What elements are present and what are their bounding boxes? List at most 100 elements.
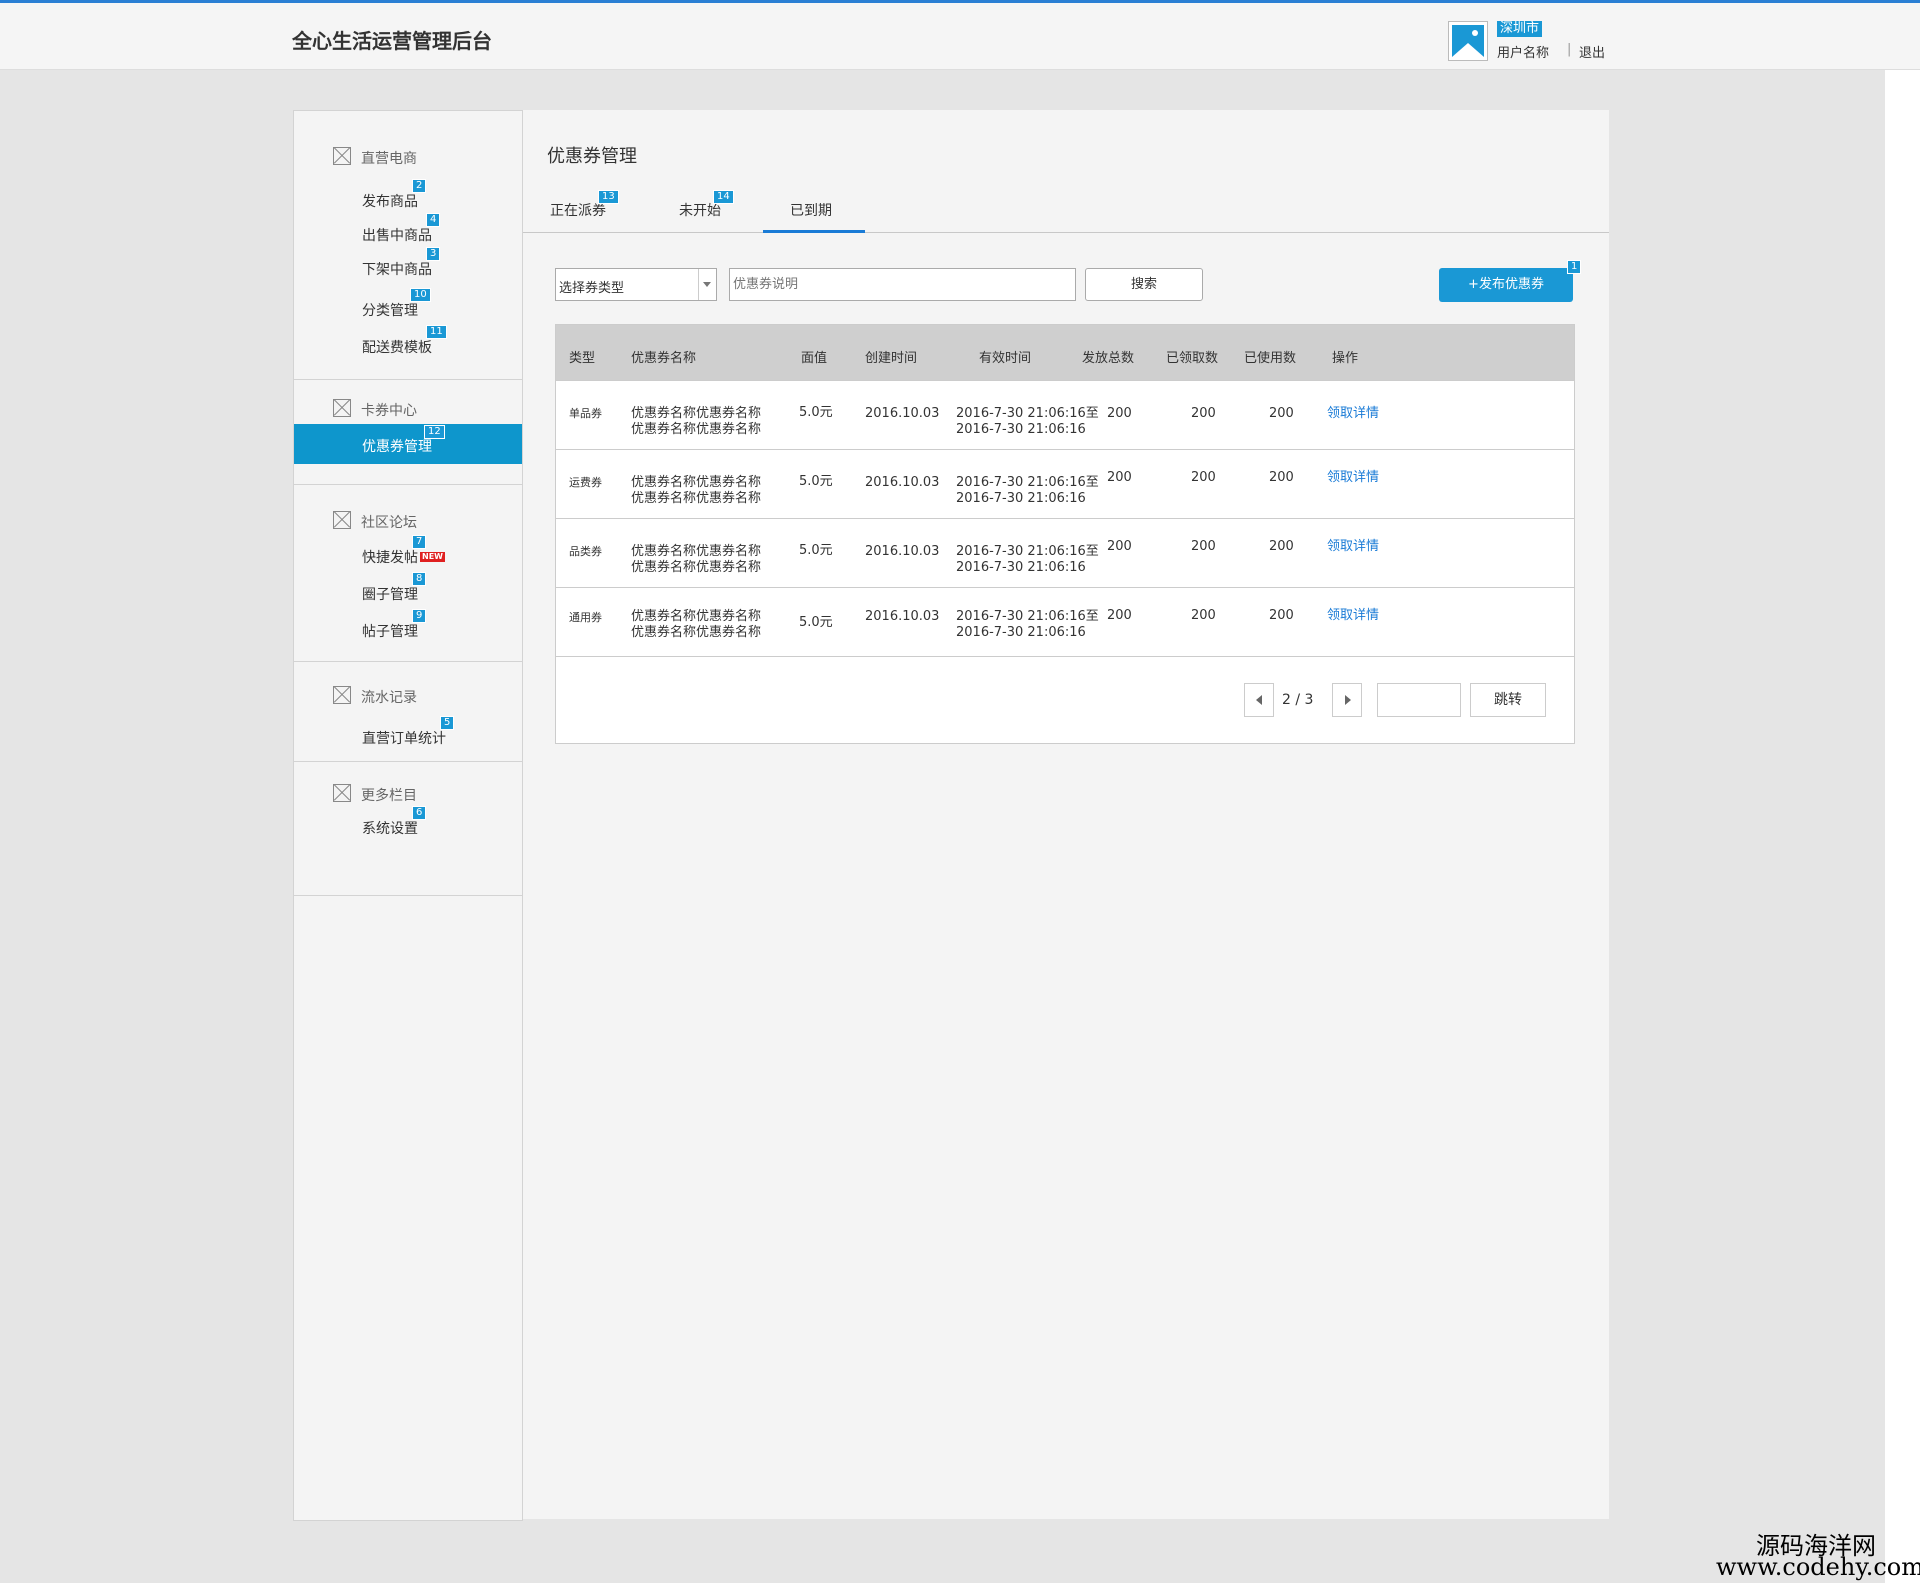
cell-used: 200 xyxy=(1269,539,1294,554)
sidebar-section-coupons: 卡券中心 优惠券管理 12 xyxy=(294,380,522,485)
sidebar-item-label: 配送费模板 xyxy=(362,340,432,356)
tab-label: 未开始 xyxy=(679,203,721,219)
coupon-type-select[interactable]: 选择券类型 xyxy=(555,268,717,301)
tab-not-started[interactable]: 未开始 14 xyxy=(679,190,734,220)
sidebar-item-label: 帖子管理 xyxy=(362,624,418,640)
select-value: 选择券类型 xyxy=(559,281,625,296)
active-tab-indicator xyxy=(763,230,865,233)
cell-received: 200 xyxy=(1191,470,1216,485)
new-tag: NEW xyxy=(420,552,445,562)
cell-received: 200 xyxy=(1191,608,1216,623)
sidebar-section-title: 卡券中心 xyxy=(361,403,417,419)
table-row: 运费券 优惠券名称优惠券名称 优惠券名称优惠券名称 5.0元 2016.10.0… xyxy=(556,449,1574,518)
sidebar-section-title: 更多栏目 xyxy=(361,788,417,804)
cell-total: 200 xyxy=(1107,539,1132,554)
sidebar-item-label: 系统设置 xyxy=(362,821,418,837)
sidebar-item-post-manage[interactable]: 帖子管理 9 xyxy=(362,609,427,641)
cell-name: 优惠券名称优惠券名称 xyxy=(631,475,762,490)
cell-valid: 2016-7-30 21:06:16至 xyxy=(956,544,1099,559)
logout-link[interactable]: 退出 xyxy=(1579,42,1605,61)
sidebar-section-title: 直营电商 xyxy=(361,151,417,167)
cell-name: 优惠券名称优惠券名称 xyxy=(631,609,762,624)
tab-label: 正在派券 xyxy=(550,203,606,219)
coupon-table: 类型 优惠券名称 面值 创建时间 有效时间 发放总数 已领取数 已使用数 操作 … xyxy=(555,324,1575,744)
item-badge: 7 xyxy=(412,535,427,549)
header-separator: | xyxy=(1567,42,1572,57)
cell-value: 5.0元 xyxy=(799,405,833,420)
sidebar-item-label: 发布商品 xyxy=(362,194,418,210)
sidebar-item-category[interactable]: 分类管理 10 xyxy=(362,288,431,320)
sidebar-item-label: 分类管理 xyxy=(362,303,418,319)
sidebar-item-label: 出售中商品 xyxy=(362,228,432,244)
city-badge[interactable]: 深圳市 xyxy=(1497,21,1543,37)
sidebar-item-label: 下架中商品 xyxy=(362,262,432,278)
coupon-desc-input[interactable] xyxy=(729,268,1076,301)
detail-link[interactable]: 领取详情 xyxy=(1327,406,1379,422)
cell-valid: 2016-7-30 21:06:16至 xyxy=(956,406,1099,421)
avatar-image-icon[interactable] xyxy=(1448,21,1488,61)
cell-value: 5.0元 xyxy=(799,615,833,630)
th-valid: 有效时间 xyxy=(979,351,1032,366)
item-badge: 2 xyxy=(412,179,427,193)
prev-page-icon[interactable] xyxy=(1244,683,1274,717)
sidebar-section-more: 更多栏目 系统设置 6 xyxy=(294,762,522,896)
item-badge: 5 xyxy=(440,716,455,730)
sidebar-item-coupon-manage[interactable]: 优惠券管理 12 xyxy=(294,424,522,464)
image-placeholder-icon xyxy=(333,686,351,704)
search-button[interactable]: 搜索 xyxy=(1085,268,1203,301)
table-row: 品类券 优惠券名称优惠券名称 优惠券名称优惠券名称 5.0元 2016.10.0… xyxy=(556,518,1574,587)
cell-name-2: 优惠券名称优惠券名称 xyxy=(631,422,762,437)
detail-link[interactable]: 领取详情 xyxy=(1327,539,1379,555)
cell-value: 5.0元 xyxy=(799,474,833,489)
item-badge: 10 xyxy=(410,288,431,302)
cell-valid-2: 2016-7-30 21:06:16 xyxy=(956,625,1086,640)
cell-valid: 2016-7-30 21:06:16至 xyxy=(956,475,1099,490)
th-type: 类型 xyxy=(569,351,596,366)
sidebar: 直营电商 发布商品 2 出售中商品 4 下架中商品 3 分类管理 10 配送费模… xyxy=(293,110,523,1521)
cell-created: 2016.10.03 xyxy=(865,544,940,559)
cell-type: 品类券 xyxy=(569,545,602,558)
sidebar-item-on-sale[interactable]: 出售中商品 4 xyxy=(362,213,441,245)
cell-valid-2: 2016-7-30 21:06:16 xyxy=(956,491,1086,506)
cell-type: 运费券 xyxy=(569,476,602,489)
cell-used: 200 xyxy=(1269,406,1294,421)
tab-expired[interactable]: 已到期 xyxy=(790,200,832,220)
sidebar-item-label: 圈子管理 xyxy=(362,587,418,603)
cell-received: 200 xyxy=(1191,406,1216,421)
publish-coupon-button[interactable]: +发布优惠券 xyxy=(1439,268,1573,302)
next-page-icon[interactable] xyxy=(1332,683,1362,717)
sidebar-item-quick-post[interactable]: 快捷发帖 7 NEW xyxy=(362,535,445,567)
table-header: 类型 优惠券名称 面值 创建时间 有效时间 发放总数 已领取数 已使用数 操作 xyxy=(556,325,1574,381)
cell-type: 通用券 xyxy=(569,611,602,624)
sidebar-item-circle-manage[interactable]: 圈子管理 8 xyxy=(362,572,427,604)
sidebar-item-label: 优惠券管理 xyxy=(362,439,432,455)
cell-total: 200 xyxy=(1107,406,1132,421)
th-used: 已使用数 xyxy=(1244,351,1297,366)
sidebar-item-label: 直营订单统计 xyxy=(362,731,446,747)
tab-distributing[interactable]: 正在派券 13 xyxy=(550,190,619,220)
item-badge: 3 xyxy=(426,247,441,261)
tab-label: 已到期 xyxy=(790,203,832,219)
dropdown-arrow-icon[interactable] xyxy=(698,269,716,300)
username: 用户名称 xyxy=(1497,46,1550,61)
cell-created: 2016.10.03 xyxy=(865,406,940,421)
image-placeholder-icon xyxy=(333,784,351,802)
cell-used: 200 xyxy=(1269,470,1294,485)
sidebar-item-system-settings[interactable]: 系统设置 6 xyxy=(362,806,427,838)
cell-name: 优惠券名称优惠券名称 xyxy=(631,544,762,559)
page-jump-input[interactable] xyxy=(1377,683,1461,717)
table-bottom-line xyxy=(556,656,1574,657)
cell-valid-2: 2016-7-30 21:06:16 xyxy=(956,422,1086,437)
detail-link[interactable]: 领取详情 xyxy=(1327,608,1379,624)
right-edge-strip xyxy=(1885,70,1920,1583)
detail-link[interactable]: 领取详情 xyxy=(1327,470,1379,486)
sidebar-item-shipping-template[interactable]: 配送费模板 11 xyxy=(362,325,447,357)
sidebar-item-order-stats[interactable]: 直营订单统计 5 xyxy=(362,716,455,748)
sidebar-item-off-shelf[interactable]: 下架中商品 3 xyxy=(362,247,441,279)
sidebar-section-title: 流水记录 xyxy=(361,690,417,706)
jump-button[interactable]: 跳转 xyxy=(1470,683,1546,717)
sidebar-item-publish-product[interactable]: 发布商品 2 xyxy=(362,179,427,211)
cell-value: 5.0元 xyxy=(799,543,833,558)
item-badge: 11 xyxy=(426,325,447,339)
cell-name: 优惠券名称优惠券名称 xyxy=(631,406,762,421)
